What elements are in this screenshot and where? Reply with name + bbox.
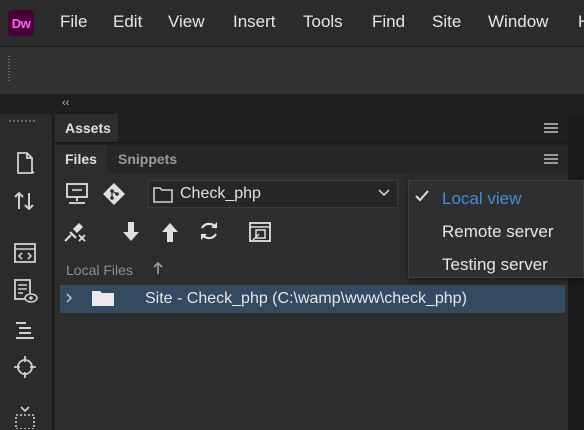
- site-folder-icon: [91, 289, 115, 307]
- code-view-icon[interactable]: [12, 240, 38, 266]
- menu-view[interactable]: View: [168, 12, 205, 32]
- refresh-icon[interactable]: [197, 219, 221, 243]
- format-source-icon[interactable]: [12, 316, 38, 342]
- menu-site[interactable]: Site: [432, 12, 461, 32]
- put-files-icon[interactable]: [159, 220, 181, 244]
- toolbar-grip[interactable]: [8, 56, 10, 82]
- dreamweaver-logo: Dw: [8, 10, 34, 36]
- tab-files-label: Files: [65, 151, 97, 167]
- site-select-value: Check_php: [180, 185, 261, 202]
- git-icon[interactable]: [101, 181, 127, 207]
- assets-panel-header: [55, 114, 568, 143]
- menu-edit[interactable]: Edit: [113, 12, 142, 32]
- view-menu-item-remote[interactable]: Remote server: [442, 222, 553, 242]
- view-menu-item-testing[interactable]: Testing server: [442, 255, 548, 275]
- target-icon[interactable]: [12, 354, 38, 380]
- new-file-icon[interactable]: [12, 150, 38, 176]
- menu-insert[interactable]: Insert: [233, 12, 276, 32]
- chevron-right-icon[interactable]: [64, 292, 74, 304]
- menu-tools[interactable]: Tools: [303, 12, 343, 32]
- collapse-panels-icon[interactable]: ‹‹: [62, 97, 69, 109]
- connect-server-icon[interactable]: [64, 181, 90, 207]
- sort-ascending-icon[interactable]: [152, 261, 164, 275]
- files-menu-icon[interactable]: [544, 154, 558, 164]
- menu-help[interactable]: H: [578, 12, 584, 32]
- checkmark-icon: [414, 189, 430, 203]
- site-root-label: Site - Check_php (C:\wamp\www\check_php): [145, 290, 467, 307]
- get-files-icon[interactable]: [120, 220, 142, 244]
- live-view-icon[interactable]: [12, 278, 38, 304]
- assets-menu-icon[interactable]: [544, 123, 558, 133]
- chevron-down-icon: [378, 188, 390, 198]
- menu-window[interactable]: Window: [488, 12, 548, 32]
- get-put-icon[interactable]: [12, 188, 38, 214]
- select-region-icon[interactable]: [12, 404, 38, 430]
- expand-panel-icon[interactable]: [248, 220, 272, 244]
- left-toolbar-grip[interactable]: [9, 120, 37, 122]
- local-files-header[interactable]: Local Files: [66, 262, 133, 278]
- view-menu-item-local[interactable]: Local view: [442, 189, 521, 209]
- menu-file[interactable]: File: [60, 12, 87, 32]
- tab-assets-label: Assets: [65, 120, 111, 136]
- folder-icon: [153, 185, 173, 203]
- menu-find[interactable]: Find: [372, 12, 405, 32]
- disconnect-icon[interactable]: [62, 220, 90, 244]
- toolbar: [0, 46, 584, 95]
- panel-dock-strip: [0, 94, 584, 114]
- tab-snippets[interactable]: Snippets: [118, 151, 177, 167]
